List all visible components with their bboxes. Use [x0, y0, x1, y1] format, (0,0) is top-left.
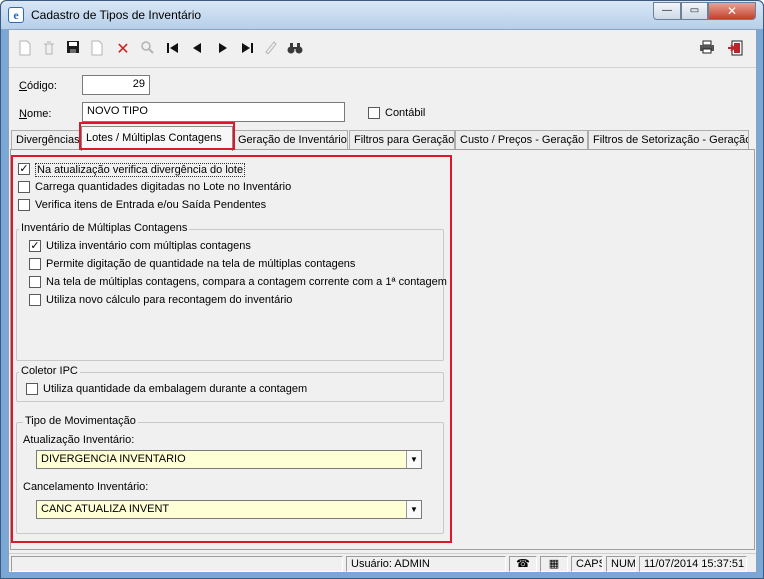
filter-icon[interactable] — [261, 40, 281, 60]
delete-icon[interactable] — [39, 40, 59, 60]
title-bar[interactable]: e Cadastro de Tipos de Inventário — ▭ ✕ — [1, 1, 763, 29]
status-usuario: Usuário: ADMIN — [346, 556, 506, 572]
toolbar: ✕ — [9, 30, 756, 68]
highlight-tab-box — [79, 122, 235, 150]
app-icon: e — [8, 7, 24, 23]
save-icon[interactable] — [63, 40, 83, 60]
tab-divergencias[interactable]: Divergências — [11, 130, 81, 150]
last-record-icon[interactable] — [237, 40, 257, 60]
phone-icon: ☎ — [509, 556, 537, 572]
close-button[interactable]: ✕ — [708, 2, 756, 20]
search-icon[interactable] — [137, 40, 157, 60]
client-area: ✕ Código: 29 Nome: NOVO TIPO Contábil Di… — [8, 29, 757, 572]
highlight-panel-box — [11, 155, 452, 543]
first-record-icon[interactable] — [163, 40, 183, 60]
codigo-field[interactable]: 29 — [82, 75, 150, 95]
tab-filtros-setorizacao-geracao[interactable]: Filtros de Setorização - Geração — [588, 130, 749, 150]
tab-filtros-geracao[interactable]: Filtros para Geração — [349, 130, 455, 150]
contabil-label: Contábil — [385, 107, 426, 119]
nome-field[interactable]: NOVO TIPO — [82, 102, 345, 122]
calculator-icon: ▦ — [540, 556, 568, 572]
codigo-label: Código: — [19, 80, 57, 92]
status-datetime: 11/07/2014 15:37:51 — [639, 556, 747, 572]
application-window: e Cadastro de Tipos de Inventário — ▭ ✕ … — [0, 0, 764, 579]
new-icon[interactable] — [15, 40, 35, 60]
binoculars-icon[interactable] — [285, 40, 305, 60]
copy-icon[interactable] — [87, 40, 107, 60]
tab-geracao-inventario[interactable]: Geração de Inventário — [233, 130, 348, 150]
status-panel-empty — [11, 556, 343, 572]
tab-custo-precos-geracao[interactable]: Custo / Preços - Geração — [455, 130, 588, 150]
nome-label: Nome: — [19, 108, 52, 120]
status-caps: CAPS — [571, 556, 603, 572]
status-num: NUM — [606, 556, 636, 572]
exit-icon[interactable] — [725, 40, 745, 60]
window-title: Cadastro de Tipos de Inventário — [31, 8, 202, 22]
print-icon[interactable] — [697, 40, 717, 60]
status-bar: Usuário: ADMIN ☎ ▦ CAPS NUM 11/07/2014 1… — [9, 553, 756, 572]
maximize-button[interactable]: ▭ — [681, 2, 708, 20]
previous-record-icon[interactable] — [187, 40, 207, 60]
cancel-icon[interactable]: ✕ — [113, 40, 133, 60]
contabil-checkbox[interactable] — [368, 107, 380, 119]
minimize-button[interactable]: — — [653, 2, 681, 20]
next-record-icon[interactable] — [213, 40, 233, 60]
